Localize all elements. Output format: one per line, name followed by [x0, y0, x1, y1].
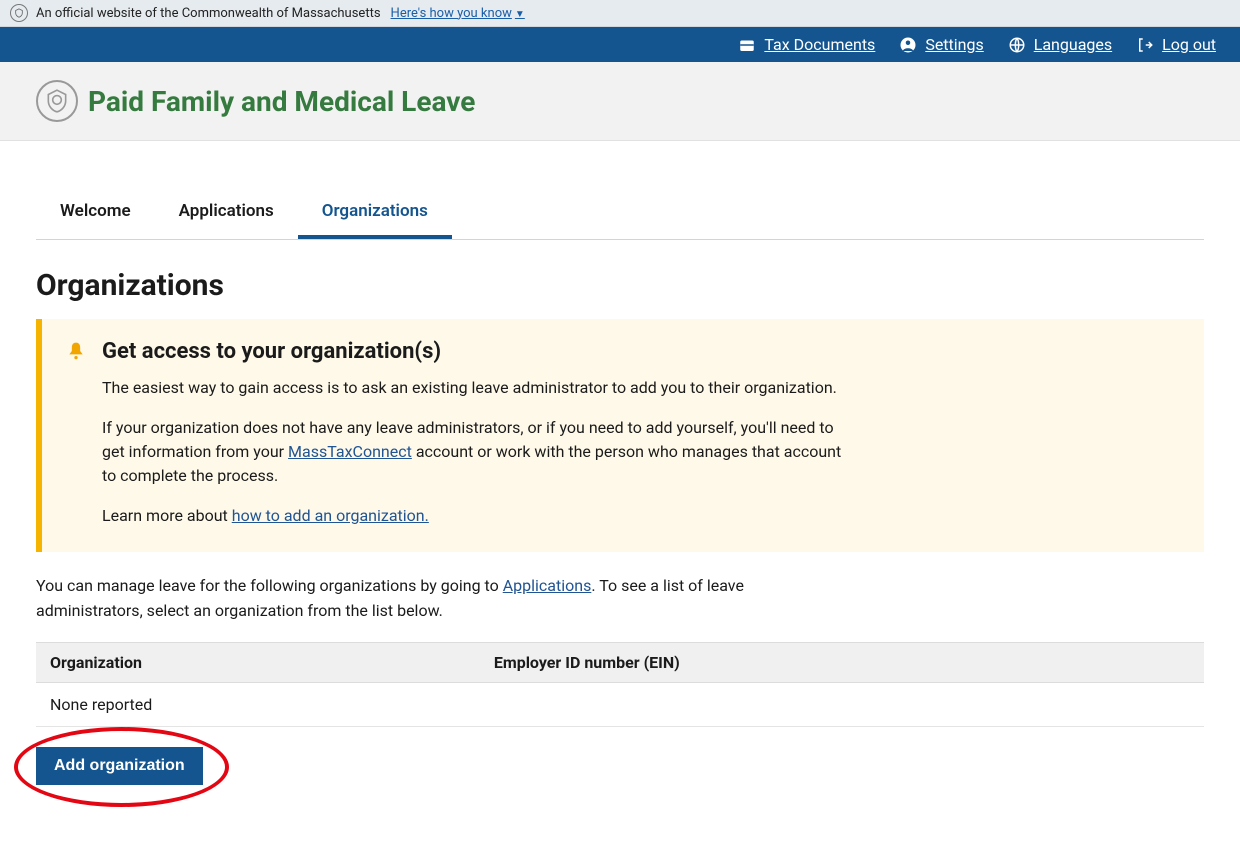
alert-content: Get access to your organization(s) The e…: [102, 339, 842, 528]
none-reported-cell: None reported: [36, 682, 1204, 726]
user-circle-icon: [899, 36, 917, 54]
nav-logout[interactable]: Log out: [1136, 35, 1216, 54]
table-row: None reported: [36, 682, 1204, 726]
organizations-table: Organization Employer ID number (EIN) No…: [36, 642, 1204, 727]
seal-small-icon: [10, 4, 28, 22]
gov-banner: An official website of the Commonwealth …: [0, 0, 1240, 27]
alert-paragraph-2: If your organization does not have any l…: [102, 416, 842, 488]
nav-tax-documents[interactable]: Tax Documents: [738, 35, 875, 54]
masstaxconnect-link[interactable]: MassTaxConnect: [288, 442, 412, 461]
nav-settings-label: Settings: [925, 35, 983, 54]
alert-paragraph-1: The easiest way to gain access is to ask…: [102, 376, 842, 400]
site-title: Paid Family and Medical Leave: [88, 85, 475, 118]
site-header: Paid Family and Medical Leave: [0, 62, 1240, 141]
body-paragraph: You can manage leave for the following o…: [36, 574, 796, 624]
globe-icon: [1008, 36, 1026, 54]
tab-organizations[interactable]: Organizations: [298, 191, 452, 239]
folder-icon: [738, 36, 756, 54]
chevron-down-icon: ▼: [515, 9, 525, 20]
col-organization: Organization: [36, 642, 480, 682]
add-organization-button[interactable]: Add organization: [36, 747, 203, 785]
col-ein: Employer ID number (EIN): [480, 642, 1204, 682]
bell-icon: [66, 341, 86, 528]
main-content: Welcome Applications Organizations Organ…: [0, 141, 1240, 825]
tab-welcome[interactable]: Welcome: [36, 191, 155, 239]
top-nav: Tax Documents Settings Languages Log out: [0, 27, 1240, 62]
alert-heading: Get access to your organization(s): [102, 339, 842, 364]
state-seal-icon: [36, 80, 78, 122]
tab-applications[interactable]: Applications: [155, 191, 298, 239]
logout-icon: [1136, 36, 1154, 54]
add-org-button-wrap: Add organization: [36, 747, 203, 785]
nav-tax-documents-label: Tax Documents: [764, 35, 875, 54]
how-you-know-link[interactable]: Here's how you know▼: [391, 6, 525, 21]
how-to-add-org-link[interactable]: how to add an organization.: [232, 506, 429, 525]
gov-banner-text: An official website of the Commonwealth …: [36, 6, 381, 21]
nav-logout-label: Log out: [1162, 35, 1216, 54]
applications-link[interactable]: Applications: [503, 576, 592, 595]
nav-languages[interactable]: Languages: [1008, 35, 1112, 54]
tabs: Welcome Applications Organizations: [36, 191, 1204, 240]
nav-languages-label: Languages: [1034, 35, 1112, 54]
page-title: Organizations: [36, 268, 1204, 303]
info-alert: Get access to your organization(s) The e…: [36, 319, 1204, 552]
table-header-row: Organization Employer ID number (EIN): [36, 642, 1204, 682]
alert-paragraph-3: Learn more about how to add an organizat…: [102, 504, 842, 528]
nav-settings[interactable]: Settings: [899, 35, 983, 54]
